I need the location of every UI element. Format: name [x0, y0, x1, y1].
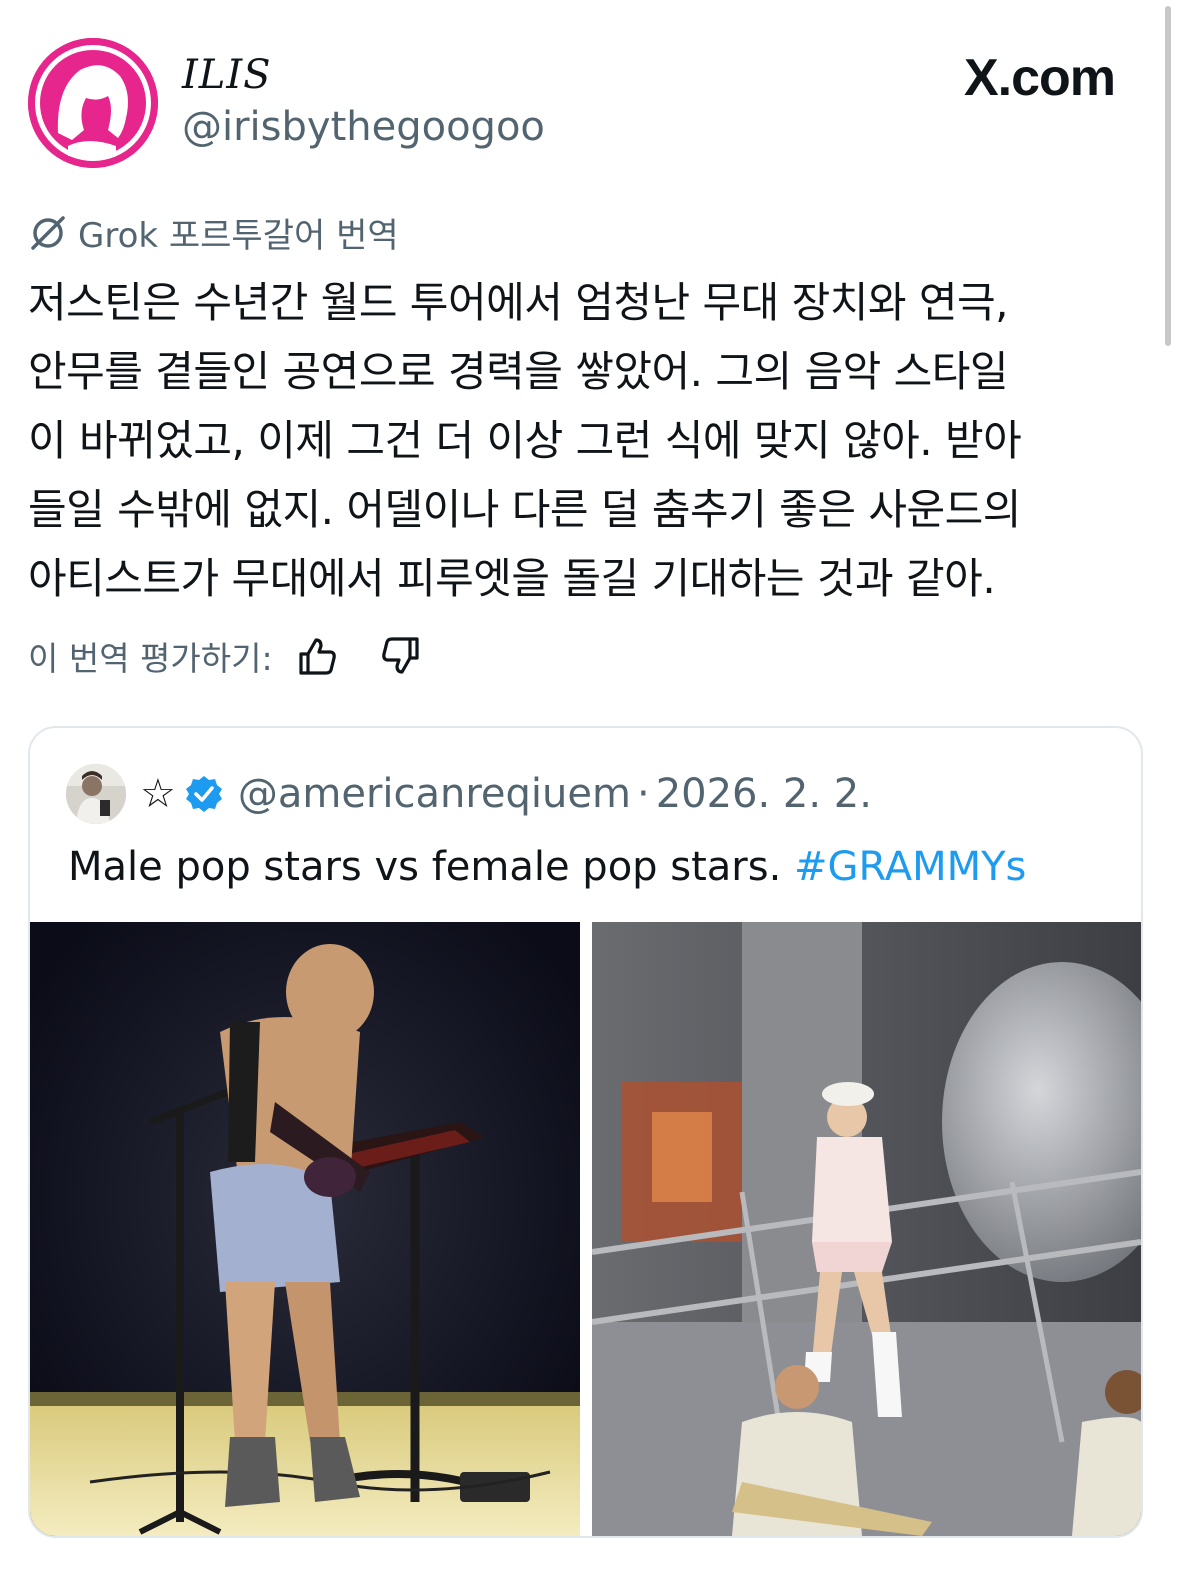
author-display-name[interactable]: ILIS	[182, 52, 272, 98]
thumbs-up-icon[interactable]	[295, 634, 339, 678]
author-handle[interactable]: @irisbythegoogoo	[182, 104, 545, 150]
quoted-tweet-header: ☆ @americanreqiuem · 2026. 2. 2.	[66, 764, 872, 824]
quoted-author-name[interactable]: ☆	[140, 771, 176, 817]
quoted-author-avatar-icon	[66, 764, 126, 824]
quoted-author-handle[interactable]: @americanreqiuem	[238, 771, 631, 817]
header-separator: ·	[636, 771, 650, 817]
rate-translation: 이 번역 평가하기:	[28, 632, 423, 680]
male-performer-photo-image	[30, 922, 580, 1536]
scrollbar[interactable]	[1165, 6, 1171, 346]
hashtag-link[interactable]: #GRAMMYs	[794, 844, 1026, 890]
quoted-tweet-date[interactable]: 2026. 2. 2.	[656, 771, 872, 817]
grok-icon	[31, 215, 65, 250]
female-performer-photo-image	[592, 922, 1141, 1536]
translation-label: Grok 포르투갈어 번역	[78, 216, 399, 256]
rate-translation-label: 이 번역 평가하기:	[28, 639, 273, 678]
quoted-tweet-body: Male pop stars vs female pop stars.	[68, 844, 782, 890]
male-performer-photo[interactable]	[30, 922, 580, 1536]
quoted-tweet-text: Male pop stars vs female pop stars. #GRA…	[68, 844, 1026, 890]
translated-tweet-text: 저스틴은 수년간 월드 투어에서 엄청난 무대 장치와 연극, 안무를 곁들인 …	[28, 278, 1022, 603]
translation-source: Grok 포르투갈어 번역	[28, 208, 399, 257]
quoted-tweet-card[interactable]: ☆ @americanreqiuem · 2026. 2. 2. Male po…	[28, 726, 1143, 1538]
quoted-author-avatar[interactable]	[66, 764, 126, 824]
pink-portrait-avatar-icon	[28, 38, 158, 168]
verified-badge-icon	[185, 776, 222, 812]
female-performer-photo[interactable]	[592, 922, 1141, 1536]
author-avatar[interactable]	[28, 38, 158, 168]
thumbs-down-icon[interactable]	[379, 634, 423, 678]
x-logo: X.com	[963, 49, 1116, 107]
